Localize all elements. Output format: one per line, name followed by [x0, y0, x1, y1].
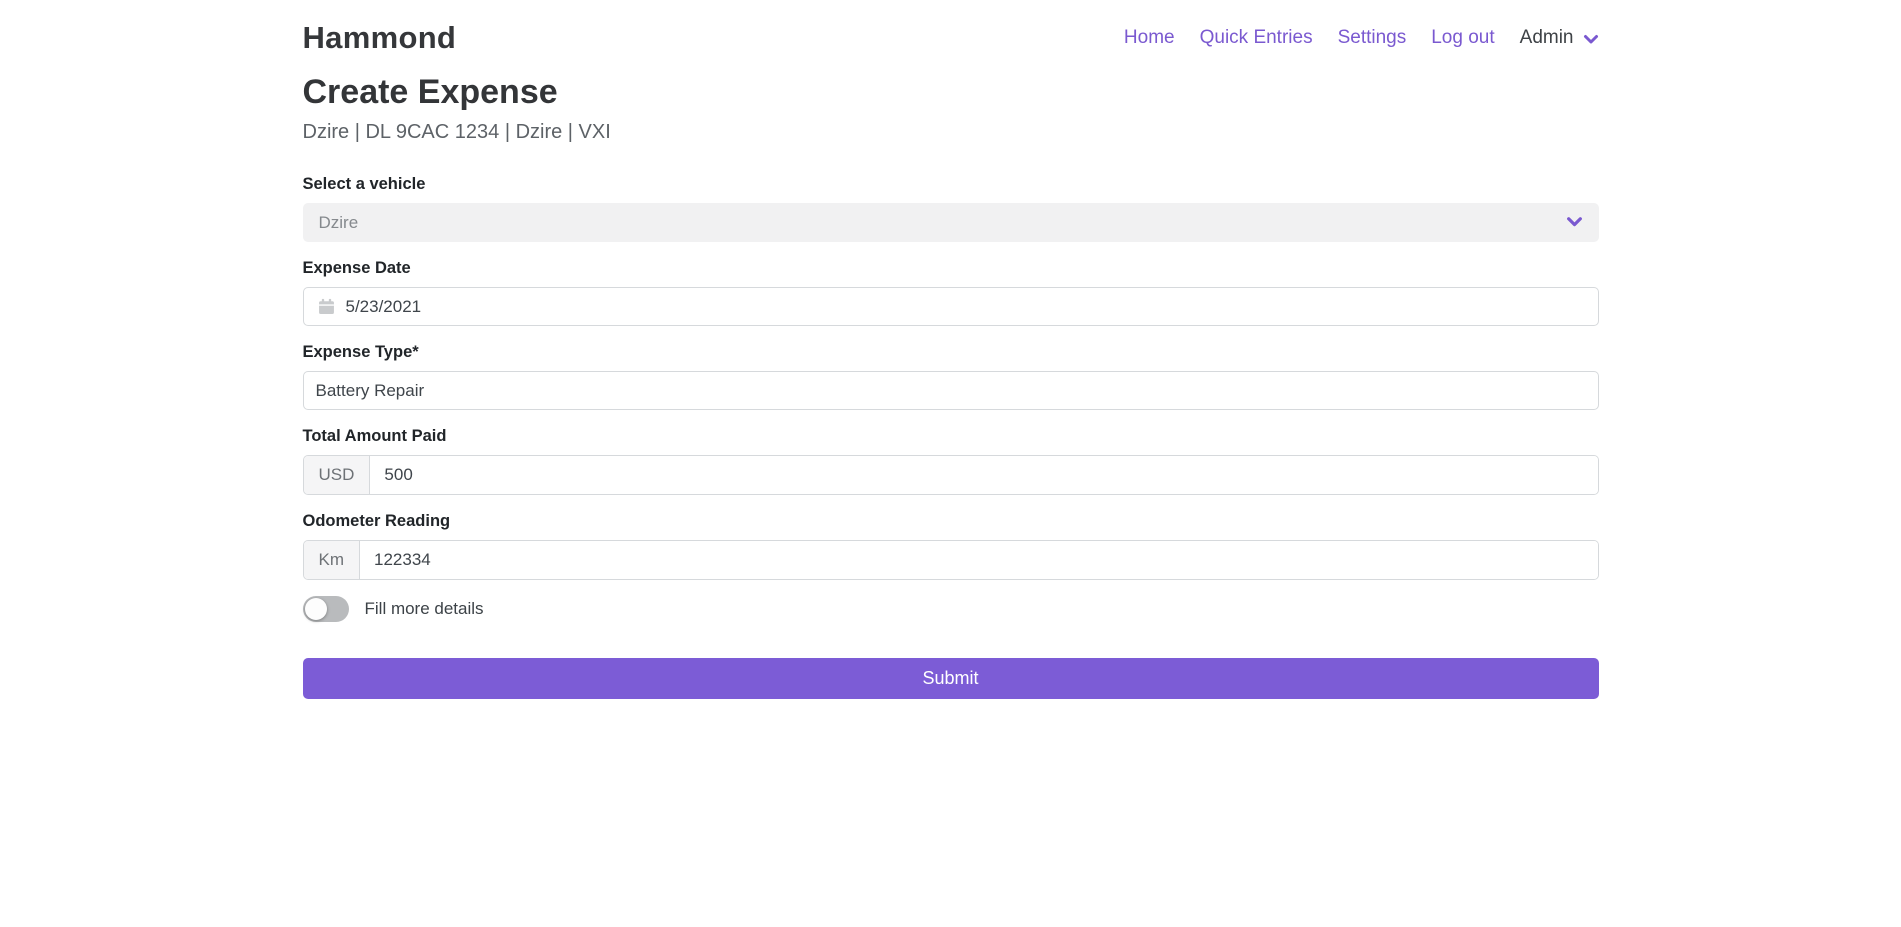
vehicle-select[interactable]: Dzire — [303, 203, 1599, 242]
total-amount-input[interactable] — [370, 456, 1597, 494]
nav-home[interactable]: Home — [1124, 27, 1175, 49]
header: Hammond Home Quick Entries Settings Log … — [0, 0, 1901, 72]
currency-prefix: USD — [304, 456, 371, 494]
expense-form: Select a vehicle Dzire Expense Date — [303, 174, 1599, 699]
brand-logo[interactable]: Hammond — [303, 20, 457, 56]
chevron-down-icon — [1583, 31, 1599, 46]
expense-type-field: Expense Type* — [303, 342, 1599, 410]
calendar-icon — [318, 298, 335, 315]
main-nav: Home Quick Entries Settings Log out Admi… — [1124, 27, 1599, 49]
admin-menu-label: Admin — [1520, 27, 1574, 49]
submit-button[interactable]: Submit — [303, 658, 1599, 699]
nav-settings[interactable]: Settings — [1338, 27, 1407, 49]
toggle-knob — [305, 598, 327, 620]
admin-menu[interactable]: Admin — [1520, 27, 1599, 49]
expense-type-label: Expense Type* — [303, 342, 1599, 362]
expense-date-field: Expense Date — [303, 258, 1599, 326]
expense-date-label: Expense Date — [303, 258, 1599, 278]
total-amount-label: Total Amount Paid — [303, 426, 1599, 446]
odometer-input[interactable] — [360, 541, 1598, 579]
vehicle-select-value: Dzire — [319, 213, 359, 233]
chevron-down-icon — [1566, 216, 1583, 229]
nav-logout[interactable]: Log out — [1431, 27, 1494, 49]
more-details-row: Fill more details — [303, 596, 1599, 622]
total-amount-field: Total Amount Paid USD — [303, 426, 1599, 495]
odometer-field: Odometer Reading Km — [303, 511, 1599, 580]
expense-date-input[interactable] — [335, 288, 1598, 325]
vehicle-select-label: Select a vehicle — [303, 174, 1599, 194]
vehicle-field: Select a vehicle Dzire — [303, 174, 1599, 242]
distance-unit-prefix: Km — [304, 541, 361, 579]
nav-quick-entries[interactable]: Quick Entries — [1200, 27, 1313, 49]
create-expense-page: Create Expense Dzire | DL 9CAC 1234 | Dz… — [291, 72, 1611, 699]
expense-type-input[interactable] — [304, 372, 1598, 409]
fill-more-details-label: Fill more details — [365, 599, 484, 619]
odometer-label: Odometer Reading — [303, 511, 1599, 531]
fill-more-details-toggle[interactable] — [303, 596, 349, 622]
vehicle-summary: Dzire | DL 9CAC 1234 | Dzire | VXI — [303, 120, 1599, 144]
page-title: Create Expense — [303, 72, 1599, 112]
